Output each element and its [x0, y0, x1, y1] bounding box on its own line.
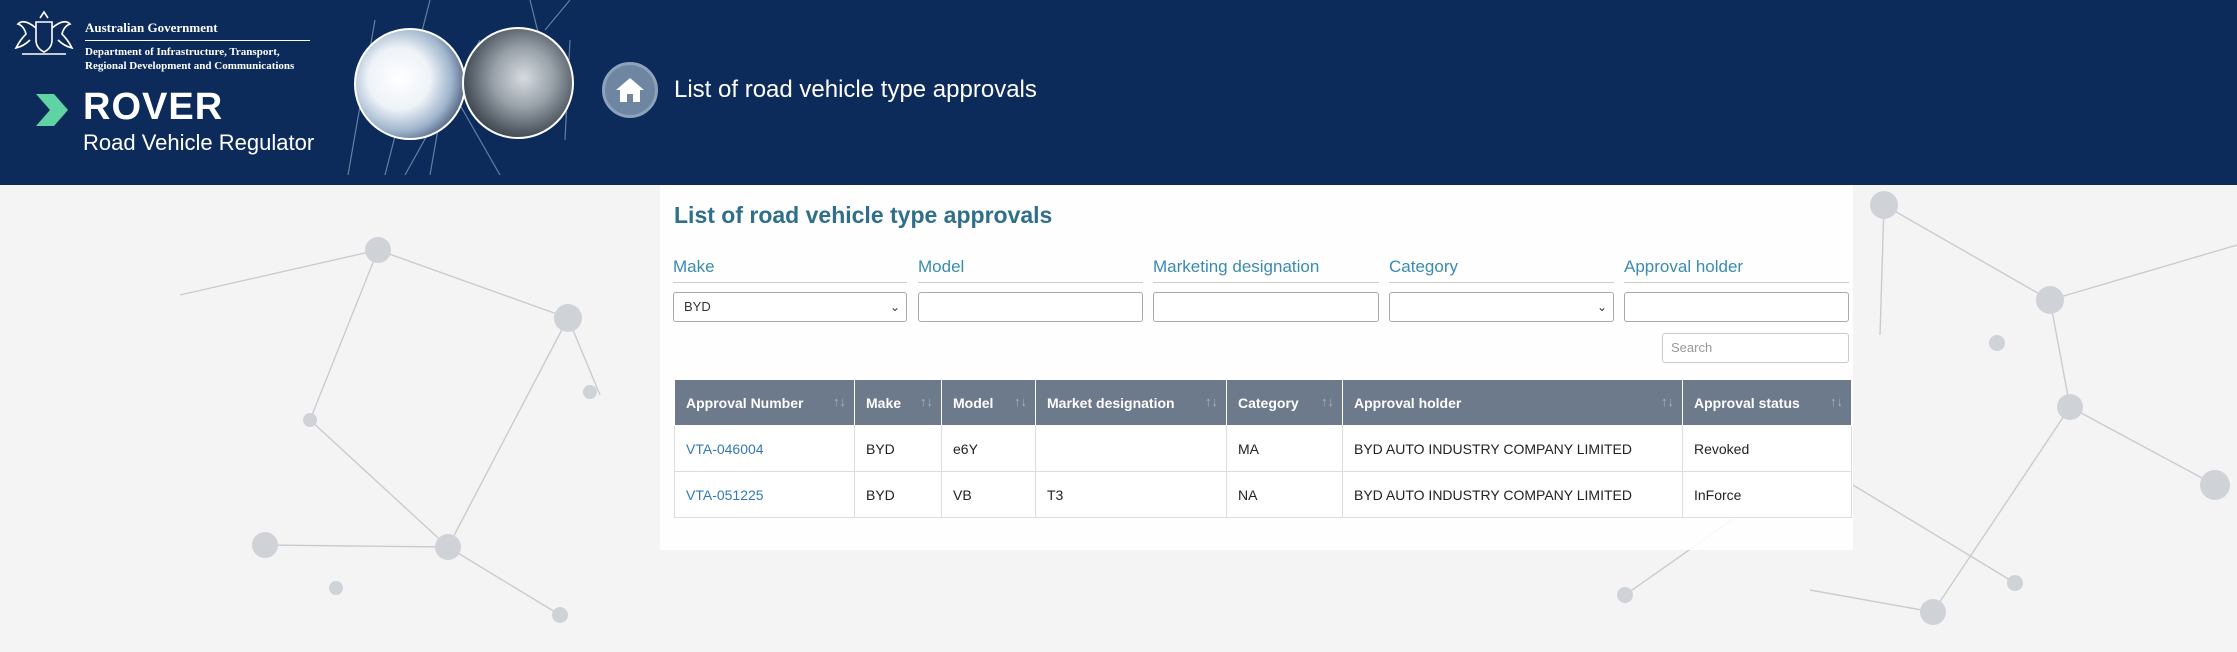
cell-approval-holder: BYD AUTO INDUSTRY COMPANY LIMITED	[1342, 425, 1683, 472]
dept-line-2: Regional Development and Communications	[85, 60, 295, 72]
app-name: ROVER	[83, 86, 224, 128]
chevron-down-icon: ⌄	[1596, 300, 1607, 314]
approval-holder-input[interactable]	[1624, 292, 1849, 322]
marketing-designation-filter-label: Marketing designation	[1153, 257, 1320, 276]
truck-photo	[354, 28, 466, 140]
sort-icon: ↑↓	[1205, 394, 1218, 409]
column-header-category[interactable]: Category ↑↓	[1226, 379, 1343, 426]
cell-approval-status: InForce	[1682, 471, 1852, 518]
column-header-market-designation[interactable]: Market designation ↑↓	[1035, 379, 1227, 426]
sort-icon: ↑↓	[920, 394, 933, 409]
approval-number-link[interactable]: VTA-046004	[674, 425, 855, 472]
column-header-approval-holder[interactable]: Approval holder ↑↓	[1342, 379, 1683, 426]
gov-title: Australian Government	[85, 20, 310, 41]
cell-approval-status: Revoked	[1682, 425, 1852, 472]
sort-icon: ↑↓	[1830, 394, 1843, 409]
government-branding: Australian Government Department of Infr…	[85, 20, 310, 73]
divider	[1624, 282, 1849, 283]
home-icon	[616, 78, 644, 102]
cell-model: e6Y	[941, 425, 1036, 472]
header-page-title: List of road vehicle type approvals	[674, 76, 1037, 103]
cell-model: VB	[941, 471, 1036, 518]
app-subtitle: Road Vehicle Regulator	[83, 130, 315, 155]
divider	[673, 282, 907, 283]
model-input[interactable]	[918, 292, 1143, 322]
table-row: VTA-046004 BYD e6Y MA BYD AUTO INDUSTRY …	[674, 425, 1852, 472]
cell-make: BYD	[854, 471, 942, 518]
divider	[1389, 282, 1614, 283]
divider	[1153, 282, 1379, 283]
coat-of-arms-icon	[14, 10, 74, 55]
model-filter-label: Model	[918, 257, 965, 276]
sort-icon: ↑↓	[1321, 394, 1334, 409]
make-select[interactable]: BYD ⌄	[673, 292, 907, 322]
seatbelt-photo	[462, 27, 574, 139]
column-header-make[interactable]: Make ↑↓	[854, 379, 942, 426]
marketing-designation-input[interactable]	[1153, 292, 1379, 322]
sort-icon: ↑↓	[1661, 394, 1674, 409]
cell-approval-holder: BYD AUTO INDUSTRY COMPANY LIMITED	[1342, 471, 1683, 518]
cell-market-designation	[1035, 425, 1227, 472]
approvals-table: Approval Number ↑↓ Make ↑↓ Model ↑↓ Market …	[674, 379, 1852, 518]
chevron-right-icon	[36, 94, 68, 126]
column-header-approval-status[interactable]: Approval status ↑↓	[1682, 379, 1852, 426]
category-select[interactable]: ⌄	[1389, 292, 1614, 322]
cell-category: MA	[1226, 425, 1343, 472]
dept-line-1: Department of Infrastructure, Transport,	[85, 46, 280, 58]
table-row: VTA-051225 BYD VB T3 NA BYD AUTO INDUSTR…	[674, 471, 1852, 518]
make-filter-label: Make	[673, 257, 715, 276]
approval-holder-filter-label: Approval holder	[1624, 257, 1744, 276]
make-select-value: BYD	[684, 299, 711, 314]
search-input[interactable]: Search	[1662, 333, 1849, 363]
chevron-down-icon: ⌄	[889, 300, 900, 314]
site-header: Australian Government Department of Infr…	[0, 0, 2237, 185]
column-header-model[interactable]: Model ↑↓	[941, 379, 1036, 426]
column-header-approval-number[interactable]: Approval Number ↑↓	[674, 379, 855, 426]
page-title: List of road vehicle type approvals	[674, 202, 1053, 228]
table-header-row: Approval Number ↑↓ Make ↑↓ Model ↑↓ Market …	[674, 379, 1852, 426]
cell-make: BYD	[854, 425, 942, 472]
sort-icon: ↑↓	[1014, 394, 1027, 409]
divider	[918, 282, 1143, 283]
home-button[interactable]	[602, 62, 658, 118]
sort-icon: ↑↓	[833, 394, 846, 409]
main-panel: List of road vehicle type approvals Make…	[660, 185, 1853, 550]
category-filter-label: Category	[1389, 257, 1458, 276]
cell-category: NA	[1226, 471, 1343, 518]
approval-number-link[interactable]: VTA-051225	[674, 471, 855, 518]
cell-market-designation: T3	[1035, 471, 1227, 518]
